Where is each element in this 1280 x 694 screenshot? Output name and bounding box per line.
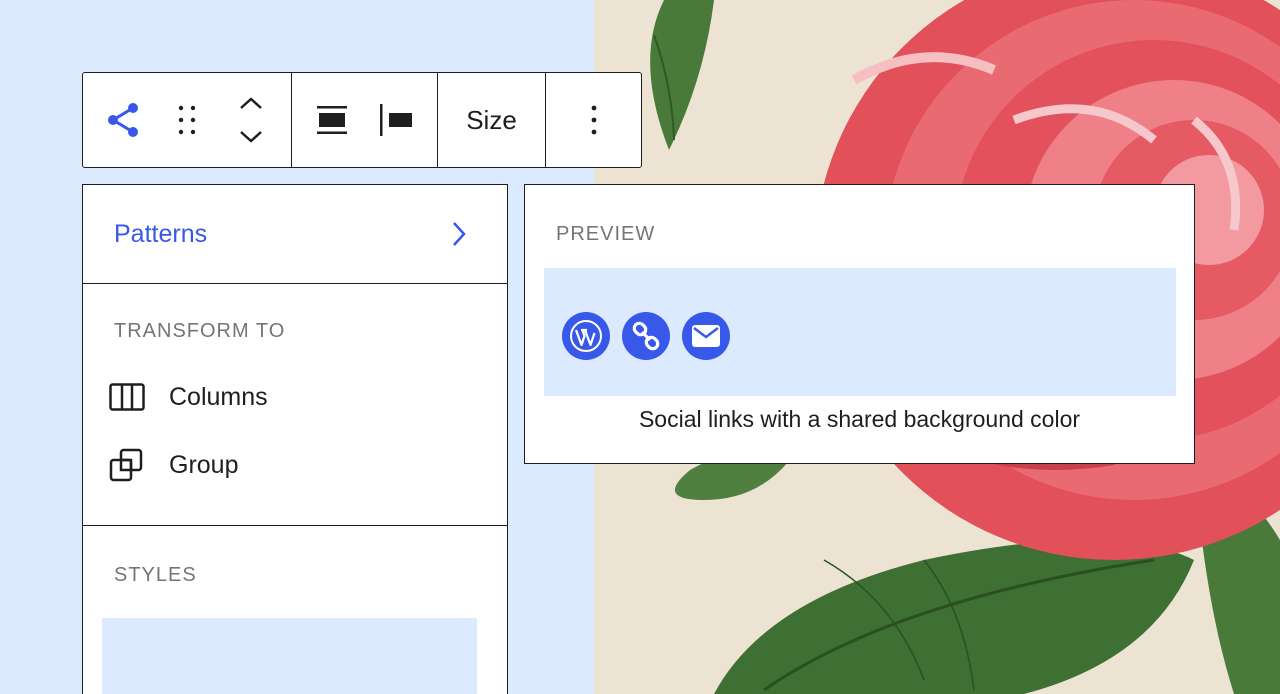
more-vertical-icon (591, 105, 596, 135)
preview-canvas (544, 268, 1176, 396)
wordpress-icon (570, 320, 602, 352)
more-options-button[interactable] (546, 73, 641, 167)
move-up-down-icon (240, 97, 262, 143)
columns-icon (109, 377, 171, 417)
options-group (546, 73, 641, 167)
mail-social-link (682, 312, 730, 360)
transform-item-columns[interactable]: Columns (96, 363, 507, 431)
mail-icon (692, 325, 720, 347)
transform-to-section: TRANSFORM TO Columns Group (83, 284, 507, 526)
chevron-right-icon (453, 222, 466, 246)
drag-handle-icon (178, 105, 196, 135)
move-up-down-button[interactable] (219, 73, 283, 167)
block-controls-group (83, 73, 292, 167)
alignment-group (292, 73, 438, 167)
link-icon (632, 321, 660, 351)
block-type-button[interactable] (91, 73, 155, 167)
group-icon (109, 445, 171, 485)
styles-section: STYLES (83, 526, 507, 587)
size-button[interactable]: Size (438, 73, 545, 167)
patterns-label: Patterns (114, 219, 208, 248)
drag-handle-button[interactable] (155, 73, 219, 167)
justify-center-icon (317, 106, 347, 134)
block-toolbar: Size (82, 72, 642, 168)
transform-item-group[interactable]: Group (96, 431, 507, 499)
style-option-default[interactable] (102, 618, 477, 694)
preview-caption: Social links with a shared background co… (638, 406, 1081, 432)
size-group: Size (438, 73, 546, 167)
share-icon (108, 103, 138, 137)
justify-left-icon (380, 104, 412, 136)
block-preview-popover: PREVIEW Social links with a shared backg… (524, 184, 1195, 464)
transform-item-label: Columns (169, 382, 268, 411)
block-switcher-dropdown: Patterns TRANSFORM TO Columns Group STYL… (82, 184, 508, 694)
styles-title: STYLES (114, 564, 197, 586)
link-social-link (622, 312, 670, 360)
transform-list: Columns Group (96, 363, 507, 499)
patterns-menu-item[interactable]: Patterns (83, 185, 507, 284)
transform-item-label: Group (169, 450, 239, 479)
transform-to-title: TRANSFORM TO (114, 320, 286, 342)
justify-center-button[interactable] (300, 73, 364, 167)
justify-left-button[interactable] (364, 73, 428, 167)
preview-title: PREVIEW (556, 223, 656, 245)
wordpress-social-link (562, 312, 610, 360)
